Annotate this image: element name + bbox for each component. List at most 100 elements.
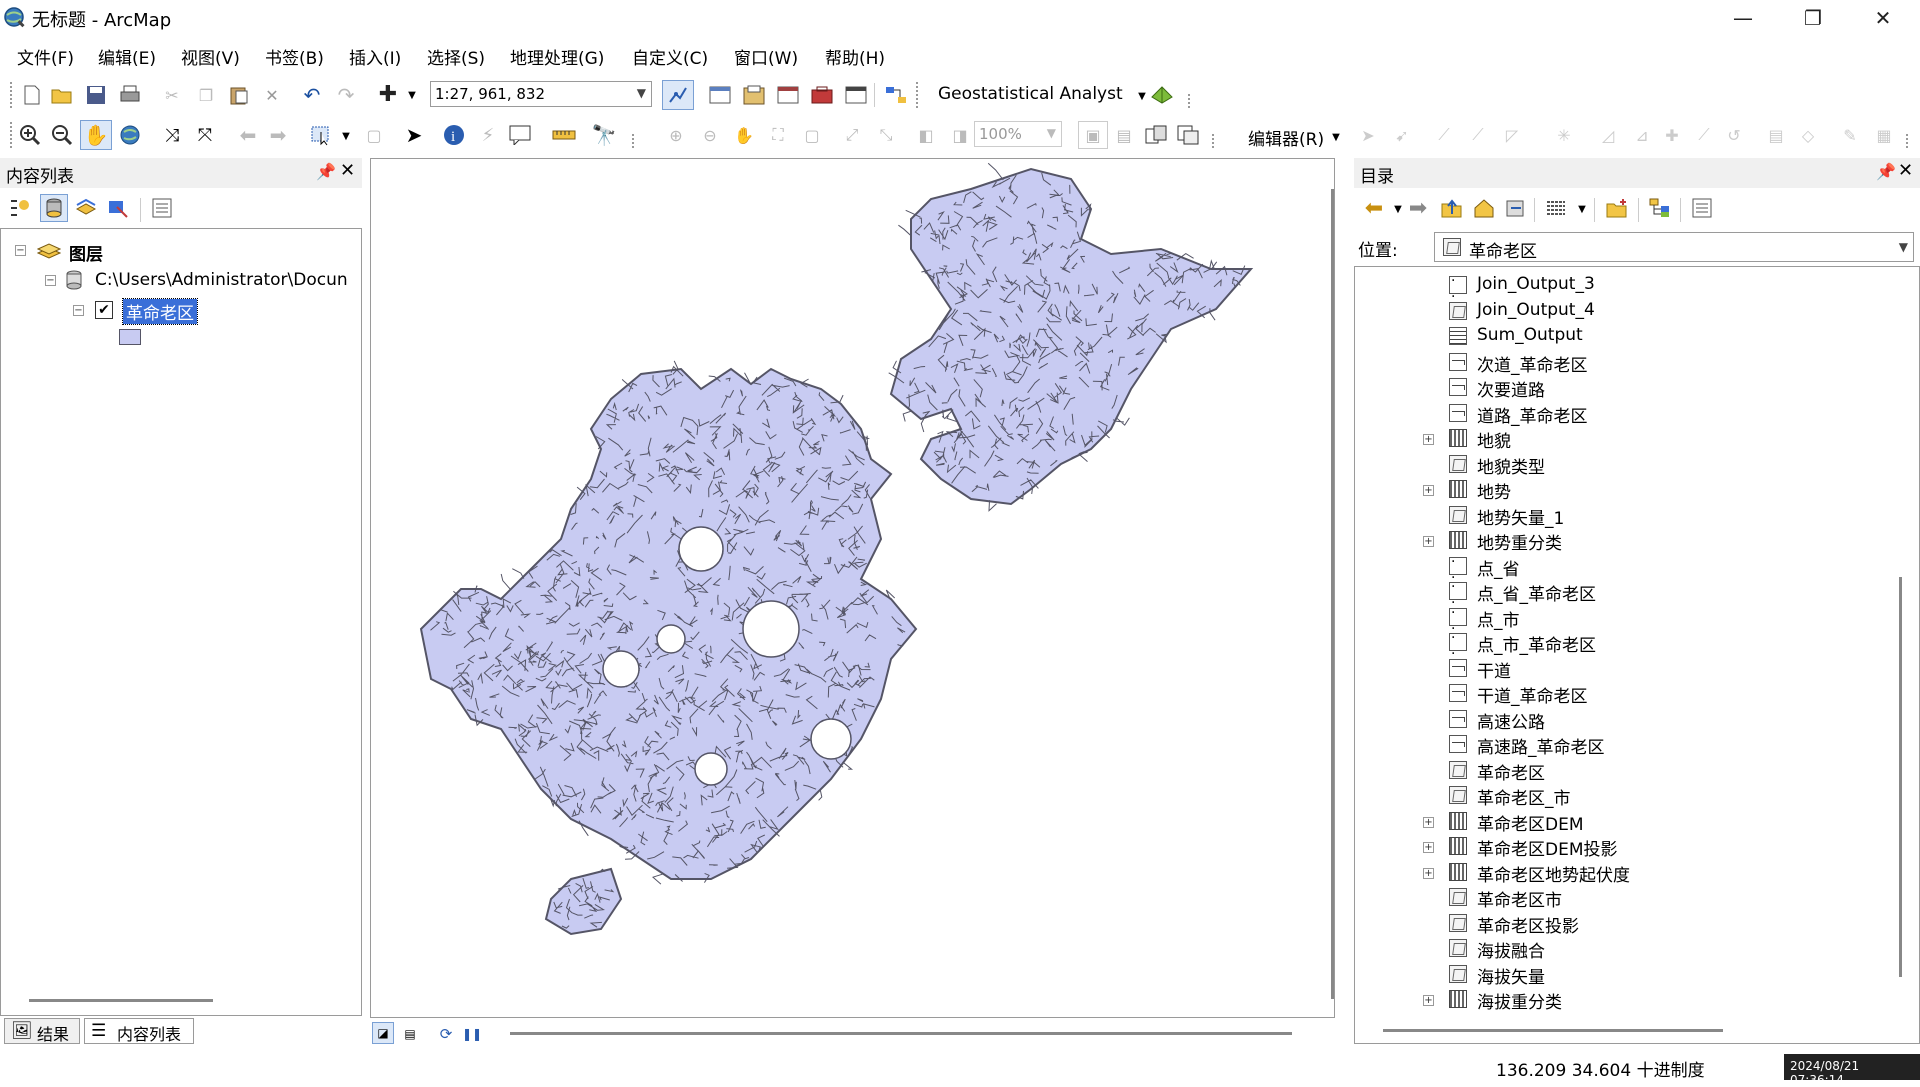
forward-extent-icon[interactable]: ➡ — [266, 123, 290, 147]
catalog-options-icon[interactable] — [1690, 196, 1714, 220]
add-data-dropdown-icon[interactable]: ▼ — [400, 83, 424, 107]
layer-symbol-swatch[interactable] — [119, 329, 141, 345]
expand-icon[interactable]: + — [1423, 867, 1434, 879]
reshape-feature-icon[interactable]: ⊿ — [1630, 123, 1654, 147]
edit-annotation-icon[interactable]: ➹ — [1390, 123, 1414, 147]
full-extent-globe-icon[interactable] — [118, 123, 142, 147]
toc-window-icon[interactable] — [708, 83, 732, 107]
catalog-item[interactable]: Sum_Output — [1355, 324, 1895, 350]
templates-icon[interactable]: ▦ — [1872, 123, 1896, 147]
list-by-visibility-icon[interactable] — [74, 196, 98, 220]
catalog-item[interactable]: 点_市 — [1355, 605, 1895, 637]
menu-windows[interactable]: 窗口(W) — [734, 44, 798, 69]
catalog-item[interactable]: 点_省 — [1355, 554, 1895, 586]
editor-menu[interactable]: 编辑器(R) — [1248, 125, 1324, 150]
toc-options-icon[interactable] — [150, 196, 174, 220]
data-source-path[interactable]: C:\Users\Administrator\Docun — [95, 270, 348, 290]
fixed-zoom-out-icon[interactable]: ⤧ — [193, 123, 217, 147]
point-tool-icon[interactable]: ✳ — [1552, 123, 1576, 147]
expand-icon[interactable]: + — [1423, 434, 1434, 445]
catalog-item[interactable]: 海拔融合 — [1355, 936, 1895, 962]
arctoolbox-icon[interactable] — [810, 83, 834, 107]
catalog-item[interactable]: 海拔矢量 — [1355, 962, 1895, 988]
edit-tool-icon[interactable]: ➤ — [1356, 123, 1380, 147]
catalog-item[interactable]: 革命老区市 — [1355, 885, 1895, 911]
new-document-icon[interactable] — [20, 83, 44, 107]
list-by-source-icon[interactable] — [40, 194, 68, 222]
layer-name-selected[interactable]: 革命老区 — [122, 298, 198, 325]
toggle-draft-mode-icon[interactable]: ▣ — [1078, 121, 1108, 149]
fixed-zoom-in-layout-icon[interactable]: ⤢ — [840, 123, 864, 147]
menu-file[interactable]: 文件(F) — [17, 44, 74, 69]
toolbar-grip[interactable] — [1212, 134, 1217, 148]
layout-view-icon[interactable]: ▤ — [398, 1022, 422, 1046]
connect-folder-icon[interactable] — [1504, 196, 1528, 220]
catalog-item[interactable]: 干道 — [1355, 656, 1895, 682]
cut-polygons-icon[interactable]: ✚ — [1660, 123, 1684, 147]
results-tab[interactable]: 🖼 结果 — [4, 1018, 80, 1044]
expand-icon[interactable]: + — [1423, 485, 1434, 496]
expand-icon[interactable]: + — [1423, 842, 1434, 853]
menu-geoprocessing[interactable]: 地理处理(G) — [510, 44, 604, 69]
geostatistical-wizard-icon[interactable] — [1150, 82, 1174, 106]
back-extent-icon[interactable]: ⬅ — [236, 123, 260, 147]
catalog-item[interactable]: 地势矢量_1 — [1355, 503, 1895, 529]
toolbar-grip[interactable] — [10, 82, 15, 108]
catalog-item[interactable]: + 革命老区地势起伏度 — [1355, 860, 1895, 886]
expand-icon[interactable]: + — [1423, 995, 1434, 1006]
toolbar-grip[interactable] — [916, 82, 921, 108]
scale-combo[interactable]: 1:27, 961, 832 ▼ — [430, 81, 652, 107]
geostatistical-analyst-menu[interactable]: Geostatistical Analyst — [938, 84, 1123, 104]
horizontal-scrollbar[interactable] — [1383, 1029, 1723, 1032]
map-region[interactable] — [889, 167, 1254, 506]
attributes-icon[interactable]: ▤ — [1764, 123, 1788, 147]
undo-icon[interactable]: ↶ — [300, 83, 324, 107]
catalog-item[interactable]: 革命老区_市 — [1355, 783, 1895, 809]
data-view-icon[interactable]: ◪ — [372, 1022, 394, 1044]
catalog-item[interactable]: + 地势 — [1355, 477, 1895, 503]
map-horizontal-scrollbar[interactable] — [510, 1032, 1292, 1035]
catalog-item[interactable]: 次要道路 — [1355, 375, 1895, 401]
catalog-item[interactable]: 次道_革命老区 — [1355, 350, 1895, 376]
menu-customize[interactable]: 自定义(C) — [632, 44, 708, 69]
catalog-item[interactable]: 高速公路 — [1355, 707, 1895, 733]
toggle-contents-icon[interactable] — [1544, 196, 1568, 220]
toc-tab[interactable]: ☰ 内容列表 — [84, 1018, 194, 1044]
back-arrow-icon[interactable]: ⬅ — [1362, 196, 1386, 221]
identify-icon[interactable]: i — [442, 123, 466, 147]
previous-layout-extent-icon[interactable]: ◧ — [914, 123, 938, 147]
menu-view[interactable]: 视图(V) — [181, 44, 240, 69]
zoom-whole-page-icon[interactable]: ⛶ — [766, 123, 790, 147]
editor-dropdown-icon[interactable]: ▼ — [1324, 125, 1348, 149]
catalog-item[interactable]: 革命老区 — [1355, 758, 1895, 784]
find-binoculars-icon[interactable]: 🔭 — [592, 123, 617, 147]
open-folder-icon[interactable] — [50, 83, 74, 107]
modelbuilder-icon[interactable] — [884, 83, 908, 107]
layout-zoom-combo[interactable]: 100% ▼ — [974, 121, 1062, 147]
select-dropdown-icon[interactable]: ▼ — [334, 124, 358, 148]
toolbar-grip[interactable] — [632, 134, 637, 148]
paste-icon[interactable] — [227, 83, 251, 107]
location-combo[interactable]: 革命老区 ▼ — [1434, 232, 1914, 262]
zoom-in-icon[interactable] — [18, 123, 42, 147]
layers-label[interactable]: 图层 — [69, 240, 103, 265]
python-window-icon[interactable] — [844, 83, 868, 107]
catalog-item[interactable]: 点_市_革命老区 — [1355, 630, 1895, 662]
construction-tools-icon[interactable]: ◸ — [1500, 123, 1524, 147]
catalog-tree-icon[interactable] — [1648, 196, 1672, 220]
change-layout-icon[interactable] — [1144, 123, 1168, 147]
measure-icon[interactable] — [552, 123, 576, 147]
horizontal-scrollbar[interactable] — [29, 999, 213, 1002]
fixed-zoom-in-icon[interactable]: ⤨ — [160, 123, 184, 147]
split-tool-icon[interactable]: ⟋ — [1692, 123, 1716, 147]
vertical-scrollbar[interactable] — [1899, 577, 1902, 977]
map-canvas[interactable] — [371, 159, 1336, 1019]
copy-icon[interactable]: ❐ — [194, 83, 218, 107]
catalog-item[interactable]: + 海拔重分类 — [1355, 987, 1895, 1013]
restore-button[interactable]: ❐ — [1778, 0, 1848, 36]
close-icon[interactable]: ✕ — [340, 160, 355, 181]
refresh-icon[interactable]: ⟳ — [434, 1022, 458, 1046]
endpoint-arc-icon[interactable]: ⟋ — [1466, 123, 1490, 147]
pan-hand-icon[interactable]: ✋ — [80, 120, 112, 150]
zoom-out-icon[interactable] — [50, 123, 74, 147]
